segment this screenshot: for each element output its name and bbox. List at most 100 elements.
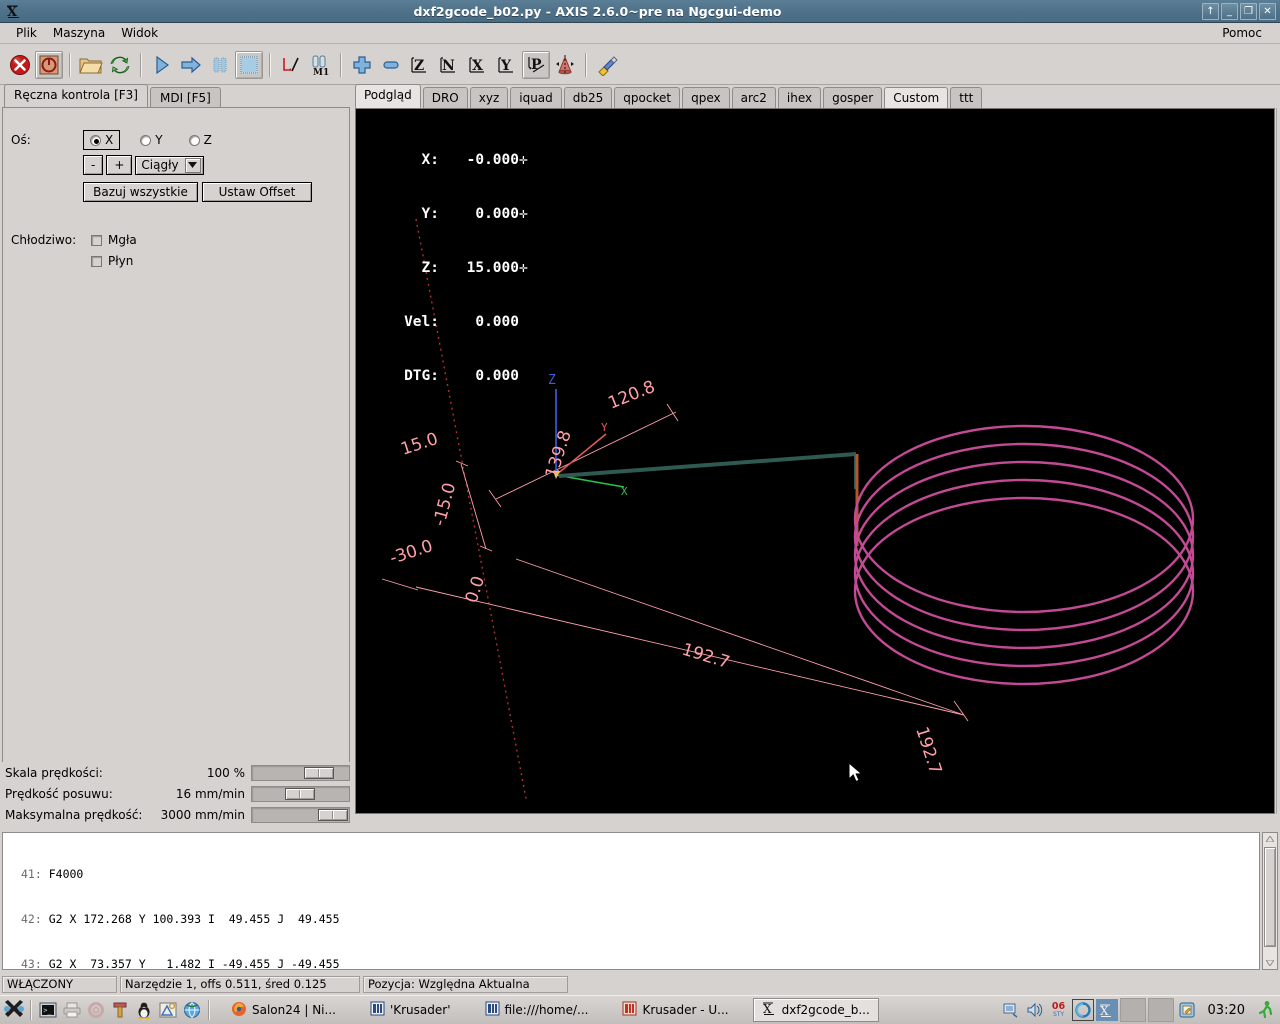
tab-arc2[interactable]: arc2 xyxy=(731,87,776,109)
machine-power-button[interactable] xyxy=(35,50,63,79)
zoom-in-button[interactable] xyxy=(348,51,376,79)
jog-plus-button[interactable]: + xyxy=(106,155,133,175)
taskbar-item-file-home[interactable]: file:///home/... xyxy=(477,998,597,1022)
settings-gear-icon[interactable] xyxy=(85,999,107,1021)
dim-1398: 139.8 xyxy=(542,428,576,480)
taskbar-item-krusader[interactable]: Krusader - U... xyxy=(614,998,736,1022)
tab-qpocket[interactable]: qpocket xyxy=(614,87,681,109)
optional-stop-button[interactable]: M1 xyxy=(306,51,334,79)
scroll-down-arrow-icon[interactable] xyxy=(1264,957,1276,969)
tab-db25[interactable]: db25 xyxy=(563,87,613,109)
maximize-button[interactable]: ❐ xyxy=(1240,2,1257,20)
penguin-tux-icon[interactable] xyxy=(133,999,155,1021)
tab-qpex[interactable]: qpex xyxy=(682,87,730,109)
slider-thumb[interactable] xyxy=(285,787,315,800)
taskbar-clock[interactable]: 03:20 xyxy=(1200,1003,1253,1018)
set-offset-button[interactable]: Ustaw Offset xyxy=(202,182,312,202)
tab-preview[interactable]: Podgląd xyxy=(355,84,421,108)
runner-icon[interactable] xyxy=(1255,999,1277,1021)
globe-browser-icon[interactable] xyxy=(181,999,203,1021)
feed-override-slider[interactable] xyxy=(251,764,350,781)
view-p-button[interactable]: P xyxy=(522,50,550,79)
taskbar-item-dxf2gcode[interactable]: X dxf2gcode_b... xyxy=(752,998,879,1022)
window-titlebar[interactable]: X dxf2gcode_b02.py - AXIS 2.6.0~pre na N… xyxy=(0,0,1280,23)
notes-editor-icon[interactable] xyxy=(1176,999,1198,1021)
dim-1927-a: 192.7 xyxy=(680,640,732,673)
view-x-button[interactable]: X xyxy=(464,51,492,79)
gcode-line: 43: G2 X 73.357 Y 1.482 I -49.455 J -49.… xyxy=(21,957,1259,969)
empty-slot-1 xyxy=(1119,998,1146,1022)
scroll-up-arrow-icon[interactable] xyxy=(1264,833,1276,845)
paint-brush-icon[interactable] xyxy=(109,999,131,1021)
left-panel-tabs: Ręczna kontrola [F3] MDI [F5] xyxy=(0,84,352,109)
menu-item-help[interactable]: Pomoc xyxy=(1214,24,1272,42)
tab-iquad[interactable]: iquad xyxy=(510,87,562,109)
step-program-button[interactable] xyxy=(177,51,205,79)
shade-button[interactable]: ↑ xyxy=(1202,2,1219,20)
menu-item-view[interactable]: Widok xyxy=(113,24,166,42)
jog-speed-slider[interactable] xyxy=(251,785,350,802)
slider-thumb[interactable] xyxy=(304,766,334,779)
empty-slot-2 xyxy=(1147,998,1174,1022)
browser-orb-icon[interactable] xyxy=(1071,999,1094,1021)
reload-file-button[interactable] xyxy=(106,51,134,79)
menu-item-machine[interactable]: Maszyna xyxy=(45,24,113,42)
scissors-screenshot-icon[interactable] xyxy=(157,999,179,1021)
tab-gosper[interactable]: gosper xyxy=(823,87,883,109)
scroll-thumb[interactable] xyxy=(1264,847,1276,947)
view-y-button[interactable]: Y xyxy=(493,51,521,79)
max-velocity-value: 3000 mm/min xyxy=(160,807,245,822)
gcode-listing[interactable]: 41: F4000 42: G2 X 172.268 Y 100.393 I 4… xyxy=(2,832,1260,970)
gcode-3d-viewport[interactable]: Z Y X 15.0 -15.0 -30.0 0.0 120.8 139.8 1… xyxy=(355,108,1275,814)
clear-plot-button[interactable] xyxy=(593,51,621,79)
taskbar-item-salon24[interactable]: Salon24 | Ni... xyxy=(223,998,344,1022)
tab-ihex[interactable]: ihex xyxy=(777,87,822,109)
chevron-down-icon[interactable] xyxy=(184,157,201,173)
volume-speaker-icon[interactable] xyxy=(1024,999,1046,1021)
taskbar-item-krusader-quote[interactable]: 'Krusader' xyxy=(362,998,459,1022)
dro-row-vel: Vel: 0.000 xyxy=(383,313,528,331)
estop-button[interactable] xyxy=(6,51,34,79)
viewport-vscrollbar[interactable] xyxy=(1276,108,1280,814)
tool-cone-icon-button[interactable] xyxy=(551,51,579,79)
open-file-button[interactable] xyxy=(77,51,105,79)
calendar-icon[interactable]: 06 STY xyxy=(1048,999,1070,1021)
jog-mode-select[interactable]: Ciągły xyxy=(135,155,204,175)
tab-mdi[interactable]: MDI [F5] xyxy=(149,87,221,109)
view-z2-button[interactable]: N xyxy=(435,51,463,79)
toolbar-separator xyxy=(140,52,142,77)
tab-custom[interactable]: Custom xyxy=(884,87,949,109)
axis-radio-x[interactable]: X xyxy=(83,130,121,150)
gcode-vscrollbar[interactable] xyxy=(1262,832,1278,970)
gcode-line-text: G2 X 172.268 Y 100.393 I 49.455 J 49.455 xyxy=(48,912,340,926)
home-all-button[interactable]: Bazuj wszystkie xyxy=(83,182,198,202)
toggle-skip-lines-button[interactable] xyxy=(277,51,305,79)
view-z-button[interactable]: Z xyxy=(406,51,434,79)
axis-radio-x-label: X xyxy=(105,133,114,147)
max-velocity-slider[interactable] xyxy=(251,806,350,823)
stop-program-button[interactable] xyxy=(235,50,263,79)
coolant-mist-checkbox[interactable] xyxy=(91,234,102,246)
minimize-button[interactable]: _ xyxy=(1221,2,1238,20)
tab-manual-control[interactable]: Ręczna kontrola [F3] xyxy=(4,84,148,108)
zoom-out-button[interactable] xyxy=(377,51,405,79)
slider-thumb[interactable] xyxy=(318,808,348,821)
close-button[interactable]: ✕ xyxy=(1259,2,1276,20)
svg-text:>_: >_ xyxy=(43,1007,52,1015)
menu-item-file[interactable]: Plik xyxy=(8,24,45,42)
axis-radio-y[interactable]: Y xyxy=(134,131,168,149)
printer-icon[interactable] xyxy=(61,999,83,1021)
axis-radio-z[interactable]: Z xyxy=(183,131,218,149)
tab-ttt[interactable]: ttt xyxy=(950,87,983,109)
terminal-icon[interactable]: >_ xyxy=(37,999,59,1021)
jog-minus-button[interactable]: - xyxy=(83,155,104,175)
axis-window-icon[interactable]: X xyxy=(1095,999,1118,1021)
taskbar-item-label: dxf2gcode_b... xyxy=(781,1003,870,1017)
tab-dro[interactable]: DRO xyxy=(422,87,468,109)
pause-program-button[interactable] xyxy=(206,51,234,79)
run-program-button[interactable] xyxy=(148,51,176,79)
start-menu-icon[interactable] xyxy=(3,999,25,1021)
keyboard-layout-icon[interactable] xyxy=(1000,999,1022,1021)
tab-xyz[interactable]: xyz xyxy=(469,87,509,109)
coolant-flood-checkbox[interactable] xyxy=(91,255,102,267)
